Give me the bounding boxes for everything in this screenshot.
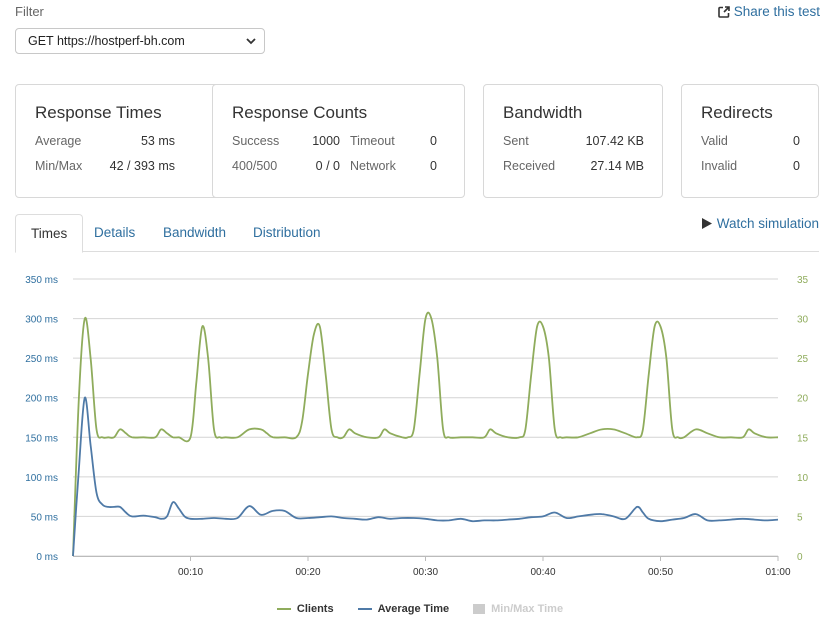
- success-value: 1000: [312, 134, 340, 148]
- y-right-tick-label: 15: [797, 433, 809, 444]
- tab-bar: Times Details Bandwidth Distribution: [15, 214, 819, 253]
- times-chart: 0 ms 0 50 ms 5 100 ms 10 150 ms 15 200 ms 20 250 m…: [25, 275, 809, 578]
- watch-simulation-label: Watch simulation: [716, 216, 819, 231]
- response-counts-card: Response Counts Success 1000 Timeout 0 4…: [212, 84, 465, 198]
- bandwidth-title: Bandwidth: [503, 103, 583, 122]
- response-times-card: Response Times Average 53 ms Min/Max 42 …: [15, 84, 222, 198]
- average-label: Average: [35, 134, 82, 148]
- tab-distribution[interactable]: Distribution: [238, 214, 336, 252]
- average-value: 53 ms: [140, 134, 175, 148]
- y-right-tick-label: 10: [797, 473, 809, 484]
- filter-select[interactable]: GET https://hostperf-bh.com: [15, 28, 265, 54]
- y-right-tick-label: 35: [797, 275, 809, 286]
- chart-legend: Clients Average Time Min/Max Time: [0, 603, 840, 615]
- legend-min-max-time[interactable]: Min/Max Time: [473, 603, 563, 615]
- redirects-title: Redirects: [701, 103, 773, 122]
- sent-value: 107.42 KB: [585, 134, 644, 148]
- network-label: Network: [350, 159, 396, 173]
- legend-min-max-time-label: Min/Max Time: [491, 603, 564, 615]
- y-left-tick-label: 0 ms: [36, 552, 58, 563]
- x-tick-label: 00:10: [178, 567, 203, 578]
- y-right-tick-label: 30: [797, 315, 809, 326]
- bandwidth-card: Bandwidth Sent 107.42 KB Received 27.14 …: [483, 84, 663, 198]
- y-left-tick-label: 200 ms: [25, 394, 58, 405]
- legend-average-time-label: Average Time: [377, 603, 450, 615]
- timeout-label: Timeout: [350, 134, 395, 148]
- status-400-500-value: 0 / 0: [315, 159, 340, 173]
- valid-label: Valid: [701, 134, 728, 148]
- tab-bandwidth[interactable]: Bandwidth: [148, 214, 241, 252]
- tab-details[interactable]: Details: [79, 214, 150, 252]
- received-value: 27.14 MB: [590, 159, 644, 173]
- legend-clients[interactable]: Clients: [276, 603, 334, 615]
- success-label: Success: [232, 134, 280, 148]
- filter-selected-value: GET https://hostperf-bh.com: [28, 34, 185, 48]
- share-label: Share this test: [733, 4, 820, 19]
- timeout-value: 0: [430, 134, 437, 148]
- y-left-tick-label: 150 ms: [25, 433, 58, 444]
- invalid-label: Invalid: [701, 159, 738, 173]
- y-left-tick-label: 300 ms: [25, 315, 58, 326]
- x-tick-label: 00:20: [295, 567, 320, 578]
- play-icon: [701, 218, 712, 229]
- y-right-tick-label: 20: [797, 394, 809, 405]
- share-icon: [717, 5, 730, 18]
- network-value: 0: [430, 159, 437, 173]
- y-right-tick-label: 25: [797, 354, 809, 365]
- share-link[interactable]: Share this test: [717, 4, 820, 19]
- received-label: Received: [503, 159, 556, 173]
- status-400-500-label: 400/500: [232, 159, 278, 173]
- tab-times[interactable]: Times: [15, 214, 84, 253]
- legend-average-time[interactable]: Average Time: [357, 603, 450, 615]
- x-tick-label: 00:50: [648, 567, 673, 578]
- response-times-title: Response Times: [35, 103, 162, 122]
- x-tick-label: 00:30: [413, 567, 438, 578]
- legend-clients-label: Clients: [296, 603, 334, 615]
- y-left-tick-label: 250 ms: [25, 354, 58, 365]
- legend-min-max-time-swatch: [473, 604, 486, 614]
- y-right-tick-label: 0: [797, 552, 803, 563]
- valid-value: 0: [793, 134, 800, 148]
- y-right-tick-label: 5: [797, 512, 803, 523]
- x-tick-label: 00:40: [530, 567, 555, 578]
- filter-label: Filter: [15, 4, 44, 19]
- legend-average-time-swatch: [357, 608, 372, 610]
- min-max-label: Min/Max: [35, 159, 83, 173]
- response-counts-title: Response Counts: [232, 103, 368, 122]
- y-left-tick-label: 100 ms: [25, 473, 58, 484]
- watch-simulation-link[interactable]: Watch simulation: [701, 216, 819, 231]
- min-max-value: 42 / 393 ms: [109, 159, 175, 173]
- redirects-card: Redirects Valid 0 Invalid 0: [681, 84, 819, 198]
- legend-clients-swatch: [276, 608, 291, 610]
- chevron-down-icon: [246, 38, 256, 45]
- y-left-tick-label: 50 ms: [31, 512, 58, 523]
- sent-label: Sent: [503, 134, 529, 148]
- y-left-tick-label: 350 ms: [25, 275, 58, 286]
- invalid-value: 0: [793, 159, 800, 173]
- x-tick-label: 01:00: [765, 567, 790, 578]
